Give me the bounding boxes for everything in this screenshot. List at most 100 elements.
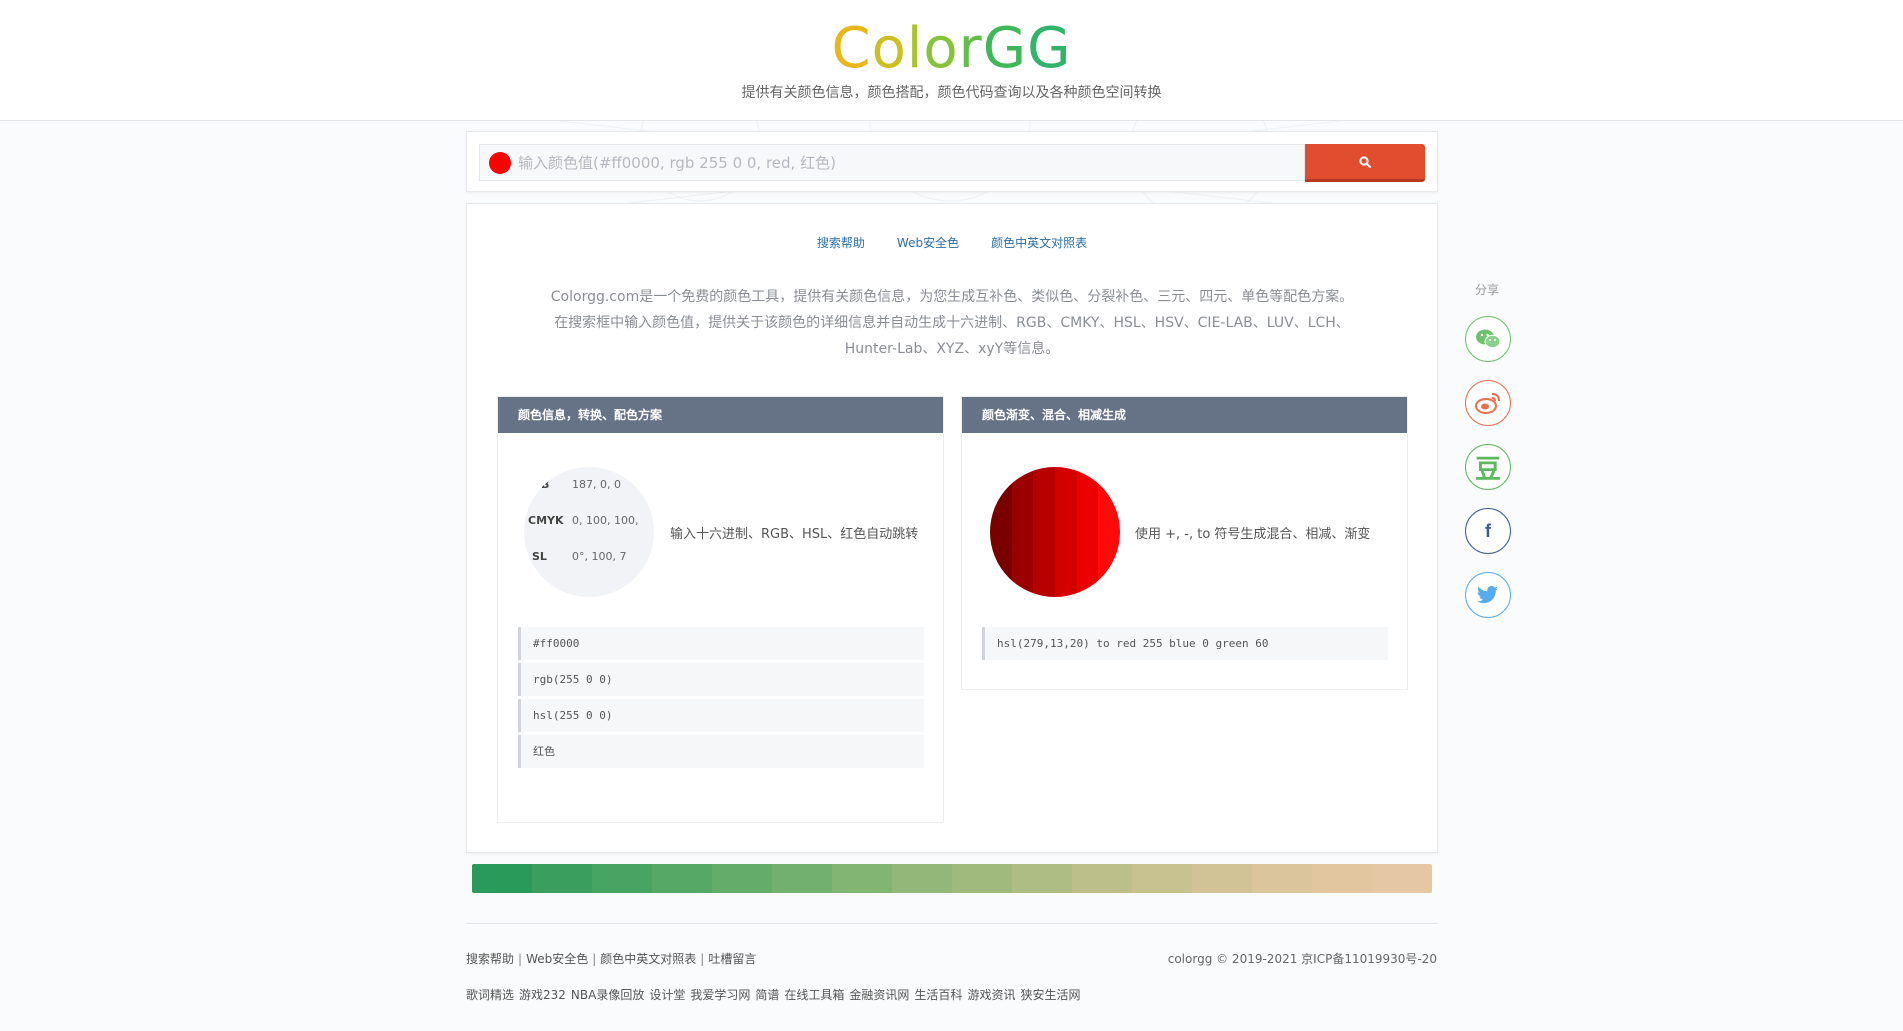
palette-swatch[interactable] [712,864,772,893]
palette-swatch[interactable] [1312,864,1372,893]
nav-websafe-link[interactable]: Web安全色 [897,234,959,251]
friend-link[interactable]: NBA录像回放 [571,986,644,1003]
color-info-description: 输入十六进制、RGB、HSL、红色自动跳转 [670,527,919,542]
search-box [479,144,1305,181]
palette-swatch[interactable] [1192,864,1252,893]
friend-link[interactable]: 狭安生活网 [1020,986,1080,1003]
logo-letter: C [831,16,872,81]
palette-swatch[interactable] [532,864,592,893]
gradient-stripe [1076,467,1099,597]
gradient-stripe [990,467,1012,597]
example-hex[interactable]: #ff0000 [518,627,924,660]
logo-letter: G [982,16,1028,81]
intro-line: 在搜索框中输入颜色值，提供关于该颜色的详细信息并自动生成十六进制、RGB、CMK… [554,315,1350,331]
friend-link[interactable]: 游戏资讯 [967,986,1015,1003]
color-search-input[interactable] [518,150,1288,176]
nav-color-names-link[interactable]: 颜色中英文对照表 [991,234,1087,251]
info-key: SL [532,550,547,563]
footer-separator: | [700,952,705,966]
palette-swatch[interactable] [592,864,652,893]
friend-link[interactable]: 生活百科 [914,986,962,1003]
help-nav: 搜索帮助 Web安全色 颜色中英文对照表 [467,234,1437,251]
info-value: 187, 0, 0 [572,478,621,491]
info-row-cmyk: CMYK 0, 100, 100, [524,513,654,529]
site-subtitle: 提供有关颜色信息，颜色搭配，颜色代码查询以及各种颜色空间转换 [741,85,1162,101]
main-card: 搜索帮助 Web安全色 颜色中英文对照表 Colorgg.com是一个免费的颜色… [466,203,1438,853]
palette-swatch[interactable] [1372,864,1432,893]
share-douban-button[interactable]: 豆 [1465,444,1511,490]
friend-link[interactable]: 我爱学习网 [690,986,750,1003]
info-row-hsl: SL 0°, 100, 7 [524,549,654,565]
palette-swatch[interactable] [652,864,712,893]
palette-swatch[interactable] [832,864,892,893]
palette-swatch[interactable] [1012,864,1072,893]
footer-link[interactable]: 搜索帮助 [466,952,514,966]
intro-line: Colorgg.com是一个免费的颜色工具，提供有关颜色信息，为您生成互补色、类… [550,289,1354,305]
logo-letter: G [1027,16,1072,81]
gradient-stripe [1055,467,1077,597]
logo-letter: r [958,16,983,81]
palette-swatch[interactable] [772,864,832,893]
search-card [466,131,1438,192]
info-value: 0°, 100, 7 [572,550,627,563]
friend-link[interactable]: 游戏232 [519,986,566,1003]
palette-swatch[interactable] [472,864,532,893]
share-weibo-button[interactable] [1465,380,1511,426]
palette-swatch[interactable] [1252,864,1312,893]
douban-icon: 豆 [1474,454,1501,485]
logo-letter: o [871,16,907,81]
gradient-panel: 颜色渐变、混合、相减生成 使用 +, -, to 符号生成混合、相减、渐变 hs… [961,396,1408,690]
info-key: GB [532,478,550,491]
info-row-rgb: GB 187, 0, 0 [524,477,654,493]
palette-swatch[interactable] [952,864,1012,893]
footer-link[interactable]: 颜色中英文对照表 [600,952,696,966]
example-hsl[interactable]: hsl(255 0 0) [518,699,924,732]
share-label: 分享 [1474,283,1499,297]
friend-link[interactable]: 设计堂 [649,986,685,1003]
friend-link[interactable]: 金融资讯网 [849,986,909,1003]
color-preview-swatch [489,152,511,174]
info-key: CMYK [528,514,564,527]
intro-line: Hunter-Lab、XYZ、xyY等信息。 [844,341,1060,357]
panel-title: 颜色渐变、混合、相减生成 [962,397,1407,433]
example-name[interactable]: 红色 [518,735,924,768]
color-info-panel: 颜色信息，转换、配色方案 GB 187, 0, 0 CMYK 0, 100, 1… [497,396,944,823]
friend-link[interactable]: 在线工具箱 [784,986,844,1003]
footer-link[interactable]: 吐槽留言 [708,952,756,966]
copyright: colorgg © 2019-2021 京ICP备11019930号-20 [1167,952,1437,966]
facebook-icon: f [1485,520,1491,541]
random-palette-bar[interactable] [472,864,1432,893]
nav-search-help-link[interactable]: 搜索帮助 [817,234,865,251]
gradient-stripe [1098,467,1120,597]
share-facebook-button[interactable]: f [1465,508,1511,554]
footer-separator: | [592,952,597,966]
search-icon [1359,155,1371,168]
color-info-circle: GB 187, 0, 0 CMYK 0, 100, 100, SL 0°, 10… [524,467,654,597]
example-gradient[interactable]: hsl(279,13,20) to red 255 blue 0 green 6… [982,627,1388,660]
gradient-stripe [1033,467,1056,597]
share-wechat-button[interactable] [1465,316,1511,362]
gradient-preview-circle [990,467,1120,597]
friend-link[interactable]: 歌词精选 [466,986,514,1003]
share-twitter-button[interactable] [1465,572,1511,618]
footer-links: 搜索帮助 | Web安全色 | 颜色中英文对照表 | 吐槽留言 [466,950,756,967]
friend-links: 歌词精选 游戏232 NBA录像回放 设计堂 我爱学习网 简谱 在线工具箱 金融… [466,986,1080,1003]
intro-text: Colorgg.com是一个免费的颜色工具，提供有关颜色信息，为您生成互补色、类… [527,284,1377,362]
search-button[interactable] [1305,144,1425,182]
palette-swatch[interactable] [1132,864,1192,893]
palette-swatch[interactable] [1072,864,1132,893]
gradient-description: 使用 +, -, to 符号生成混合、相减、渐变 [1135,527,1371,542]
palette-swatch[interactable] [892,864,952,893]
footer-separator: | [518,952,523,966]
example-rgb[interactable]: rgb(255 0 0) [518,663,924,696]
footer-link[interactable]: Web安全色 [526,952,588,966]
footer-divider [466,923,1438,924]
site-logo[interactable]: ColorGG [0,16,1903,81]
friend-link[interactable]: 简谱 [755,986,779,1003]
gradient-stripe [1011,467,1034,597]
logo-letter: o [923,16,959,81]
site-header: ColorGG 提供有关颜色信息，颜色搭配，颜色代码查询以及各种颜色空间转换 [0,0,1903,121]
weibo-icon [1475,393,1500,414]
info-value: 0, 100, 100, [572,514,639,527]
panel-title: 颜色信息，转换、配色方案 [498,397,943,433]
